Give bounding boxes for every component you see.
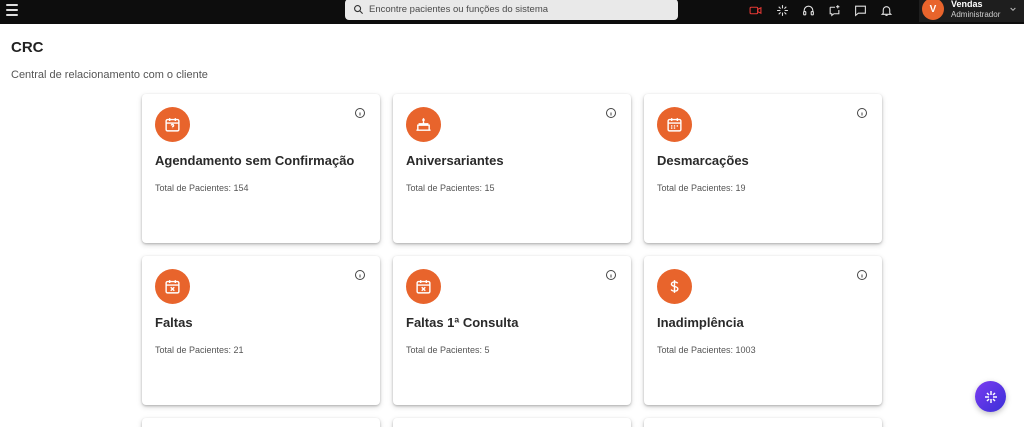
info-icon[interactable] (605, 269, 617, 281)
info-icon[interactable] (856, 107, 868, 119)
ai-chat-icon[interactable] (826, 2, 842, 18)
top-bar: V Vendas Administrador (0, 0, 1024, 24)
card-total: Total de Pacientes: 19 (657, 183, 746, 193)
user-role: Administrador (951, 9, 1001, 19)
search-icon (354, 5, 364, 15)
calendar-icon (657, 107, 692, 142)
card-desmarcacoes[interactable]: Desmarcações Total de Pacientes: 19 (644, 94, 882, 243)
page-title: CRC (11, 39, 44, 56)
menu-icon[interactable] (6, 4, 18, 18)
search-input[interactable] (369, 4, 669, 15)
info-icon[interactable] (354, 269, 366, 281)
chevron-down-icon (1010, 7, 1016, 12)
sparkle-icon[interactable] (774, 2, 790, 18)
info-icon[interactable] (856, 269, 868, 281)
card-partial[interactable] (393, 418, 631, 427)
card-agendamento-sem-confirmacao[interactable]: Agendamento sem Confirmação Total de Pac… (142, 94, 380, 243)
calendar-x-icon (155, 269, 190, 304)
calendar-x-icon (406, 269, 441, 304)
card-total: Total de Pacientes: 1003 (657, 345, 756, 355)
card-inadimplencia[interactable]: Inadimplência Total de Pacientes: 1003 (644, 256, 882, 405)
calendar-question-icon (155, 107, 190, 142)
card-total: Total de Pacientes: 21 (155, 345, 244, 355)
video-icon[interactable] (747, 2, 763, 18)
card-partial[interactable] (644, 418, 882, 427)
assistant-fab[interactable] (975, 381, 1006, 412)
page-subtitle: Central de relacionamento com o cliente (11, 69, 208, 81)
card-title: Aniversariantes (406, 153, 504, 168)
card-total: Total de Pacientes: 5 (406, 345, 490, 355)
card-faltas-primeira-consulta[interactable]: Faltas 1ª Consulta Total de Pacientes: 5 (393, 256, 631, 405)
cake-icon (406, 107, 441, 142)
search-bar[interactable] (345, 0, 678, 20)
headset-icon[interactable] (800, 2, 816, 18)
card-title: Desmarcações (657, 153, 749, 168)
card-partial[interactable] (142, 418, 380, 427)
bell-icon[interactable] (878, 2, 894, 18)
avatar: V (922, 0, 944, 20)
card-total: Total de Pacientes: 154 (155, 183, 249, 193)
user-name: Vendas (951, 0, 983, 9)
info-icon[interactable] (605, 107, 617, 119)
user-menu[interactable]: V Vendas Administrador (919, 0, 1024, 22)
card-faltas[interactable]: Faltas Total de Pacientes: 21 (142, 256, 380, 405)
card-title: Faltas 1ª Consulta (406, 315, 519, 330)
card-title: Inadimplência (657, 315, 744, 330)
card-total: Total de Pacientes: 15 (406, 183, 495, 193)
chat-icon[interactable] (852, 2, 868, 18)
card-title: Agendamento sem Confirmação (155, 153, 355, 168)
info-icon[interactable] (354, 107, 366, 119)
dollar-icon (657, 269, 692, 304)
card-aniversariantes[interactable]: Aniversariantes Total de Pacientes: 15 (393, 94, 631, 243)
card-title: Faltas (155, 315, 193, 330)
sparkle-icon (984, 390, 997, 403)
